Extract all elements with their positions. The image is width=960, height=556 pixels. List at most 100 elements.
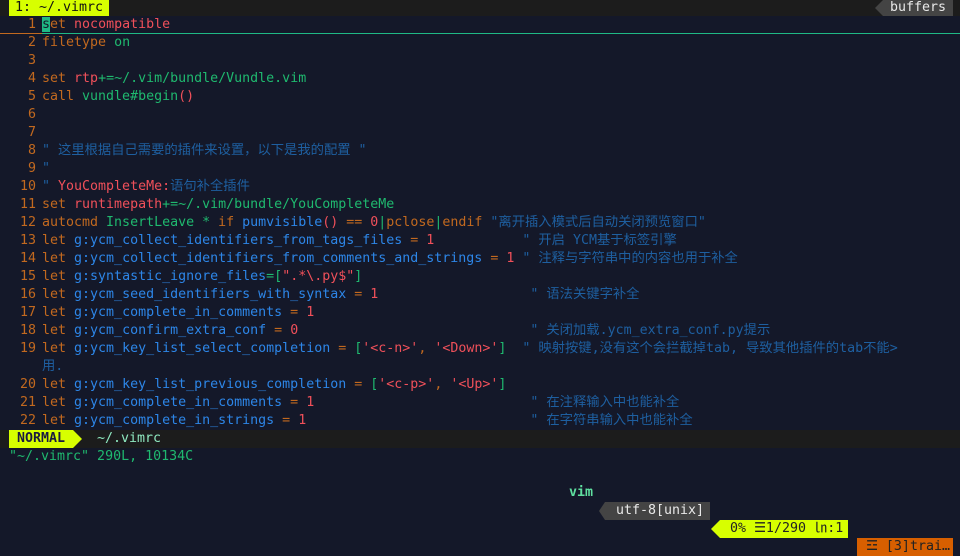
code-token: endif	[442, 215, 491, 230]
code-token: pumvisible	[242, 215, 323, 230]
buffers-label[interactable]: buffers	[874, 0, 953, 16]
code-token: =	[402, 233, 427, 248]
code-line-8[interactable]: 8 " 这里根据自己需要的插件来设置，以下是我的配置 "	[0, 142, 960, 160]
code-token: =[	[266, 269, 283, 284]
statusline-encoding: utf-8[unix]	[599, 502, 710, 520]
code-line-9[interactable]: 9 "	[0, 160, 960, 178]
code-token: g:ycm_seed_identifiers_with_syntax	[74, 287, 347, 302]
statusline: NORMAL ~/.vimrc vim utf-8[unix] 0% ☰1/29…	[0, 430, 960, 556]
line-number: 20	[19, 377, 36, 392]
statusline-warning: ☲ [3]trai…	[857, 538, 953, 556]
code-line-22[interactable]: 22 let g:ycm_complete_in_strings = 1 " 在字…	[0, 412, 960, 430]
code-token: =	[330, 341, 355, 356]
line-number: 7	[27, 125, 36, 140]
code-token: 用.	[42, 359, 64, 374]
code-token: '<Up>'	[450, 377, 499, 392]
command-line[interactable]: "~/.vimrc" 290L, 10134C	[9, 448, 193, 466]
code-line-19[interactable]: 19 let g:ycm_key_list_select_completion =…	[0, 340, 960, 358]
code-line-21[interactable]: 21 let g:ycm_complete_in_comments = 1 " 在…	[0, 394, 960, 412]
code-line-13[interactable]: 13 let g:ycm_collect_identifiers_from_tag…	[0, 232, 960, 250]
code-token: let	[42, 323, 75, 338]
code-line-15[interactable]: 15 let g:syntastic_ignore_files=[".*\.py$…	[0, 268, 960, 286]
code-token: runtimepath	[74, 197, 163, 212]
code-token: YouCompleteMe:	[58, 179, 171, 194]
code-token: '<Down>'	[434, 341, 499, 356]
line-number: 6	[27, 107, 36, 122]
line-number: 15	[19, 269, 36, 284]
code-token: let	[42, 269, 75, 284]
code-token: " 语法关键字补全	[378, 287, 640, 302]
code-token: let	[42, 233, 75, 248]
statusline-position: 0% ☰1/290 ㏑:1	[711, 520, 848, 538]
code-token: " 在注释输入中也能补全	[314, 395, 680, 410]
code-line-17[interactable]: 17 let g:ycm_complete_in_comments = 1	[0, 304, 960, 322]
code-token: ==	[338, 215, 371, 230]
code-line-4[interactable]: 4 set rtp+=~/.vim/bundle/Vundle.vim	[0, 70, 960, 88]
code-line-6[interactable]: 6	[0, 106, 960, 124]
code-token: "离开插入模式后自动关闭预览窗口"	[490, 215, 706, 230]
line-number: 14	[19, 251, 36, 266]
code-line-2[interactable]: 2 filetype on	[0, 34, 960, 52]
code-token: " 在字符串输入中也能补全	[306, 413, 693, 428]
code-token: '<c-n>'	[362, 341, 419, 356]
code-token: ".*\.py$"	[282, 269, 355, 284]
code-token: " 注释与字符串中的内容也用于补全	[514, 251, 738, 266]
code-line-5[interactable]: 5 call vundle#begin()	[0, 88, 960, 106]
code-line-10[interactable]: 10 " YouCompleteMe:语句补全插件	[0, 178, 960, 196]
editor-buffer[interactable]: 1 set nocompatible 2 filetype on 3 4 set rtp+=…	[0, 16, 960, 430]
code-token: =	[282, 395, 307, 410]
code-token: filetype	[42, 35, 115, 50]
code-token: g:ycm_complete_in_comments	[74, 395, 283, 410]
statusline-filetype: vim	[569, 485, 594, 500]
code-token: ()	[178, 89, 195, 104]
code-token: let	[42, 305, 75, 320]
code-token: set	[42, 197, 75, 212]
tab-vimrc[interactable]: 1: ~/.vimrc	[9, 0, 110, 16]
code-line-16[interactable]: 16 let g:ycm_seed_identifiers_with_syntax…	[0, 286, 960, 304]
code-token: rtp	[74, 71, 99, 86]
line-number: 13	[19, 233, 36, 248]
code-token: " 映射按键,没有这个会拦截掉tab, 导致其他插件的tab不能>	[506, 341, 898, 356]
code-line-1[interactable]: 1 set nocompatible	[0, 16, 960, 34]
code-line-20[interactable]: 20 let g:ycm_key_list_previous_completion…	[0, 376, 960, 394]
code-token: " 关闭加载.ycm_extra_conf.py提示	[298, 323, 771, 338]
line-number: 3	[27, 53, 36, 68]
code-line-14[interactable]: 14 let g:ycm_collect_identifiers_from_com…	[0, 250, 960, 268]
mode-indicator: NORMAL	[9, 430, 83, 448]
code-line-11[interactable]: 11 set runtimepath+=~/.vim/bundle/YouComp…	[0, 196, 960, 214]
code-token: g:ycm_complete_in_strings	[74, 413, 275, 428]
line-number: 16	[19, 287, 36, 302]
code-token: " 开启 YCM基于标签引擎	[434, 233, 677, 248]
statusline-filename: ~/.vimrc	[97, 431, 162, 446]
code-token: set	[42, 71, 75, 86]
code-token: vundle#begin	[82, 89, 179, 104]
code-line-7[interactable]: 7	[0, 124, 960, 142]
line-number: 8	[27, 143, 36, 158]
code-token: +=~/.vim/bundle/Vundle.vim	[98, 71, 307, 86]
line-number: 21	[19, 395, 36, 410]
code-token: let	[42, 395, 75, 410]
code-line-12[interactable]: 12 autocmd InsertLeave * if pumvisible() …	[0, 214, 960, 232]
code-token: let	[42, 341, 75, 356]
code-token: if	[218, 215, 243, 230]
code-token: " 这里根据自己需要的插件来设置，以下是我的配置 "	[42, 143, 367, 158]
line-number: 2	[27, 35, 36, 50]
code-token: g:ycm_key_list_select_completion	[74, 341, 331, 356]
line-number: 22	[19, 413, 36, 428]
code-token: '<c-p>'	[378, 377, 435, 392]
code-token: =	[346, 287, 371, 302]
code-token: nocompatible	[74, 17, 171, 32]
code-line-3[interactable]: 3	[0, 52, 960, 70]
code-line-wrap[interactable]: 用.	[0, 358, 960, 376]
code-token: 1	[306, 305, 315, 320]
code-token: g:ycm_complete_in_comments	[74, 305, 283, 320]
line-number: 11	[19, 197, 36, 212]
code-token: ,	[418, 341, 435, 356]
code-token: autocmd	[42, 215, 107, 230]
line-number: 10	[19, 179, 36, 194]
code-token: =	[274, 413, 299, 428]
line-number: 17	[19, 305, 36, 320]
code-line-18[interactable]: 18 let g:ycm_confirm_extra_conf = 0 " 关闭加…	[0, 322, 960, 340]
code-token: InsertLeave *	[106, 215, 219, 230]
